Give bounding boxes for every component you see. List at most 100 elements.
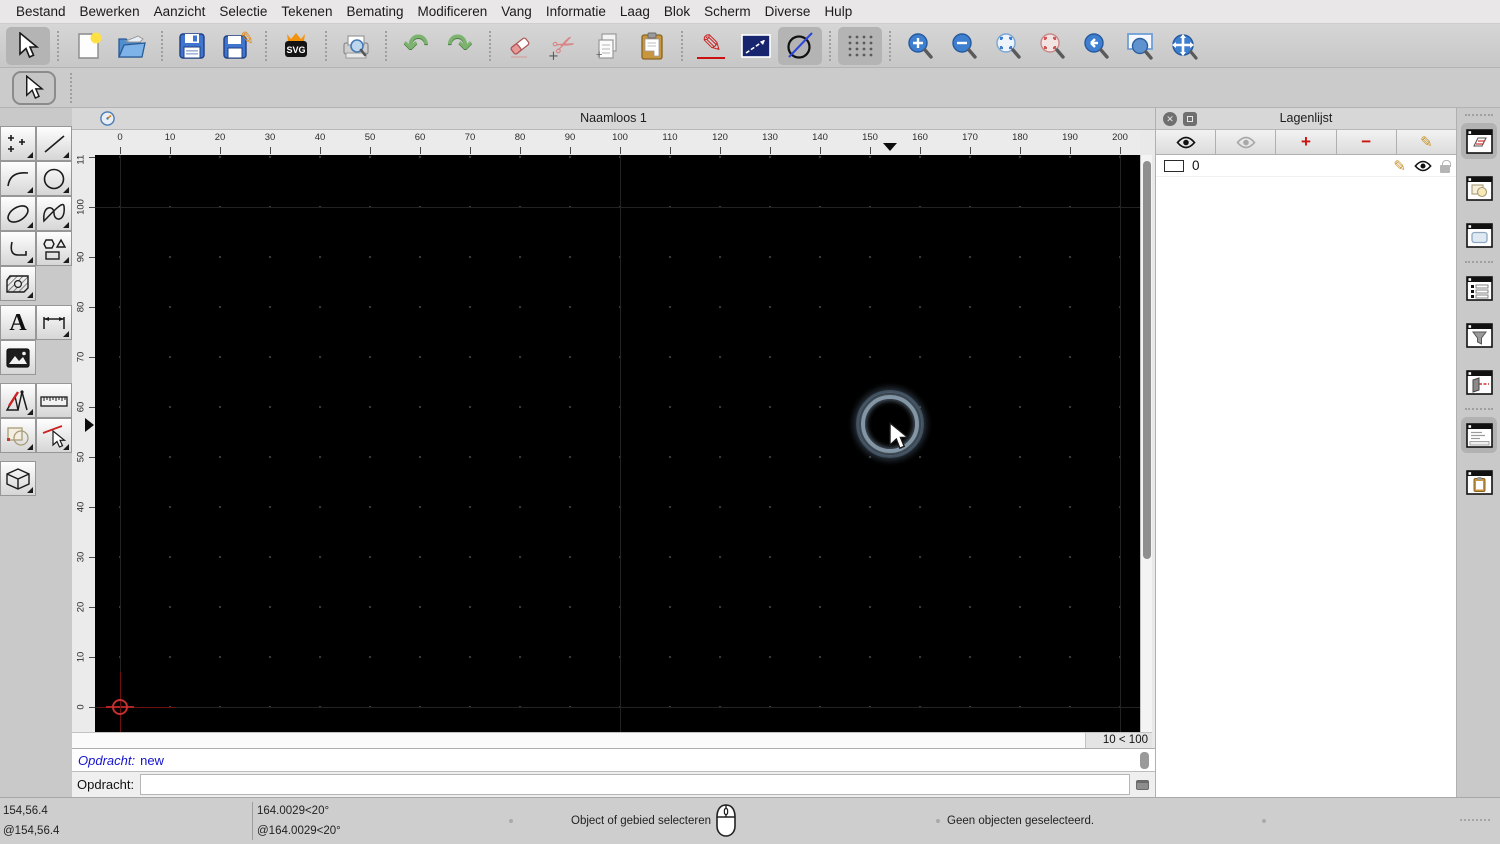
- dimension-tool-button[interactable]: [36, 305, 72, 340]
- line-tool-button[interactable]: [36, 126, 72, 161]
- layer-visible-icon[interactable]: [1414, 160, 1432, 172]
- vertical-scrollbar[interactable]: [1140, 155, 1152, 732]
- vertical-scrollbar-thumb[interactable]: [1143, 161, 1151, 559]
- svg-text:+: +: [596, 49, 602, 61]
- menu-item[interactable]: Scherm: [697, 0, 758, 24]
- circle-tool-button[interactable]: [36, 161, 72, 196]
- ruler-icon: [40, 395, 68, 407]
- plus-icon: +: [1301, 132, 1311, 151]
- dock-selection-filter-button[interactable]: [1461, 317, 1497, 353]
- current-tool-button[interactable]: [12, 70, 56, 105]
- menu-item[interactable]: Modificeren: [411, 0, 495, 24]
- menu-item[interactable]: Laag: [613, 0, 657, 24]
- menu-item[interactable]: Informatie: [539, 0, 613, 24]
- zoom-out-button[interactable]: [942, 27, 986, 65]
- polyline-tool-button[interactable]: [0, 231, 36, 266]
- selection-arrow-button[interactable]: [6, 26, 50, 65]
- toolbar-separator: [161, 30, 163, 61]
- save-button[interactable]: [170, 27, 214, 65]
- dock-layer-list-button[interactable]: [1461, 123, 1497, 159]
- text-tool-button[interactable]: A: [0, 305, 36, 340]
- zoom-auto-button[interactable]: [986, 27, 1030, 65]
- menu-item[interactable]: Blok: [657, 0, 697, 24]
- menu-item[interactable]: Aanzicht: [147, 0, 213, 24]
- zoom-window-button[interactable]: [1118, 27, 1162, 65]
- line-attributes-icon: [741, 33, 771, 58]
- ellipse-tool-button[interactable]: [0, 196, 36, 231]
- command-options-button[interactable]: [1134, 776, 1151, 793]
- print-preview-button[interactable]: [334, 27, 378, 65]
- menu-item[interactable]: Vang: [494, 0, 539, 24]
- draw-circle-button[interactable]: [778, 26, 822, 65]
- zoom-previous-button[interactable]: [1074, 27, 1118, 65]
- command-history-scrollbar-thumb[interactable]: [1140, 752, 1149, 769]
- solid-3d-button[interactable]: [0, 461, 36, 496]
- measure-ruler-button[interactable]: [36, 383, 72, 418]
- toolbar-separator: [681, 30, 683, 61]
- line-attributes-button[interactable]: [734, 27, 778, 65]
- copy-button[interactable]: +: [586, 27, 630, 65]
- toolbar-separator: [889, 30, 891, 61]
- menu-item[interactable]: Bestand: [9, 0, 73, 24]
- remove-layer-button[interactable]: −: [1337, 130, 1397, 154]
- menu-item[interactable]: Bemating: [339, 0, 410, 24]
- new-document-button[interactable]: [66, 27, 110, 65]
- grid-dots-icon: [848, 35, 873, 56]
- command-history-label: Opdracht:: [78, 753, 136, 768]
- horizontal-scrollbar[interactable]: [72, 732, 1085, 748]
- hide-all-layers-button[interactable]: [1216, 130, 1277, 154]
- layer-color-swatch[interactable]: [1164, 160, 1184, 172]
- main-toolbar: ✎ SVG ↶ ↷ ✂ + + ✎: [0, 24, 1500, 68]
- modify-shapes-button[interactable]: [0, 418, 36, 453]
- text-tool-icon: A: [9, 309, 27, 336]
- dock-block-list-button[interactable]: [1461, 170, 1497, 206]
- hatch-tool-button[interactable]: [0, 266, 36, 301]
- drawing-canvas[interactable]: [95, 155, 1140, 732]
- document-title-bar[interactable]: Naamloos 1: [72, 108, 1155, 130]
- dock-property-list-button[interactable]: [1461, 270, 1497, 306]
- status-separator-dot: [509, 819, 513, 823]
- shapes-tool-button[interactable]: [36, 231, 72, 266]
- zoom-selected-button[interactable]: [1030, 27, 1074, 65]
- dock-command-line-button[interactable]: [1461, 417, 1497, 453]
- paste-button[interactable]: [630, 27, 674, 65]
- pan-button[interactable]: [1162, 27, 1206, 65]
- command-input[interactable]: [140, 774, 1130, 795]
- zoom-in-button[interactable]: [898, 27, 942, 65]
- dock-handle: [1465, 114, 1493, 116]
- draw-measure-tools-button[interactable]: [0, 383, 36, 418]
- layer-name: 0: [1192, 158, 1200, 173]
- cut-button[interactable]: ✂ +: [542, 27, 586, 65]
- open-document-button[interactable]: [110, 27, 154, 65]
- dock-clipboard-button[interactable]: [1461, 464, 1497, 500]
- menu-item[interactable]: Hulp: [817, 0, 859, 24]
- action-hint: Object of gebied selecteren: [571, 815, 712, 827]
- image-tool-button[interactable]: [0, 340, 36, 375]
- menu-item[interactable]: Tekenen: [274, 0, 339, 24]
- spline-tool-button[interactable]: [36, 196, 72, 231]
- clipboard-window-icon: [1465, 469, 1493, 495]
- layer-lock-icon[interactable]: [1440, 159, 1451, 173]
- layer-row[interactable]: 0 ✎: [1156, 155, 1456, 177]
- layer-panel-title-bar[interactable]: ✕ Lagenlijst: [1156, 108, 1456, 130]
- pen-attributes-button[interactable]: ✎: [690, 27, 734, 65]
- menu-item[interactable]: Diverse: [758, 0, 818, 24]
- menu-item[interactable]: Selectie: [212, 0, 274, 24]
- add-layer-button[interactable]: +: [1276, 130, 1337, 154]
- export-svg-button[interactable]: SVG: [274, 27, 318, 65]
- menu-item[interactable]: Bewerken: [73, 0, 147, 24]
- dock-library-browser-button[interactable]: [1461, 217, 1497, 253]
- select-entities-button[interactable]: [36, 418, 72, 453]
- edit-layer-button[interactable]: ✎: [1397, 130, 1456, 154]
- delete-button[interactable]: [498, 27, 542, 65]
- save-as-button[interactable]: ✎: [214, 27, 258, 65]
- points-tool-button[interactable]: [0, 126, 36, 161]
- arc-tool-button[interactable]: [0, 161, 36, 196]
- grid-toggle-button[interactable]: [838, 26, 882, 65]
- redo-button[interactable]: ↷: [438, 27, 482, 65]
- show-all-layers-button[interactable]: [1156, 130, 1217, 154]
- tool-options-toolbar: [0, 68, 1500, 108]
- undo-button[interactable]: ↶: [394, 27, 438, 65]
- edit-layer-icon[interactable]: ✎: [1393, 157, 1406, 175]
- dock-isometric-view-button[interactable]: [1461, 364, 1497, 400]
